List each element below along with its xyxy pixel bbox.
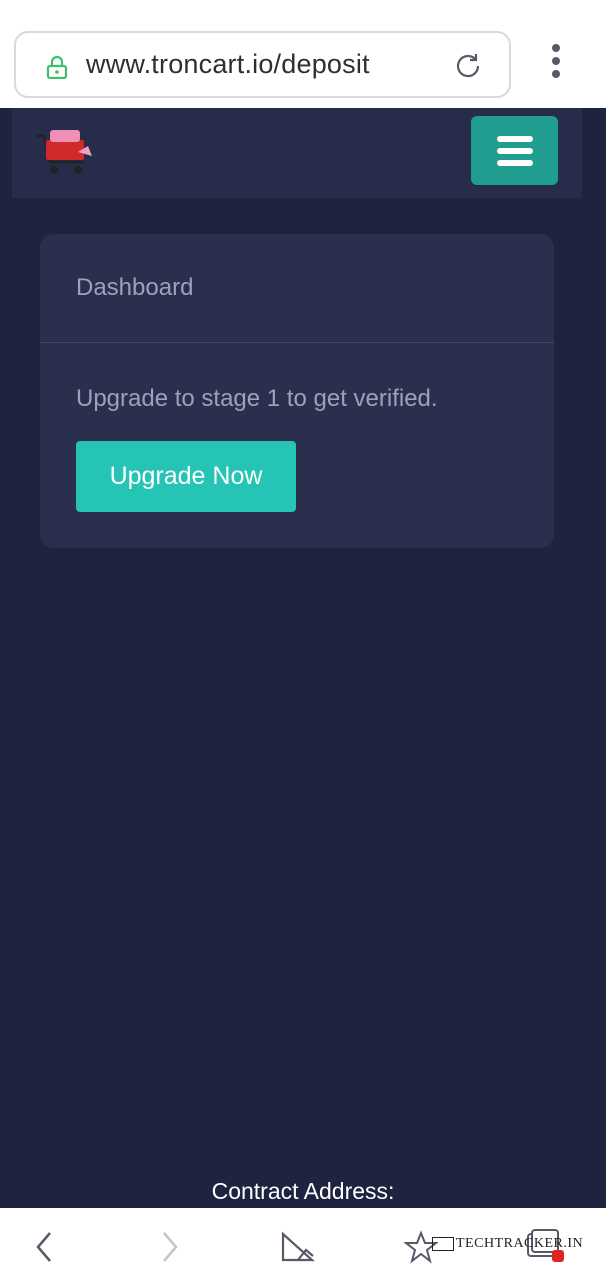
- browser-toolbar: www.troncart.io/deposit: [0, 0, 606, 108]
- kebab-menu-icon[interactable]: [546, 44, 566, 84]
- card-divider: [40, 342, 554, 343]
- shopping-cart-logo[interactable]: [34, 122, 98, 178]
- hamburger-icon: [497, 136, 533, 142]
- contract-address-label: Contract Address:: [211, 1178, 395, 1204]
- forward-icon[interactable]: [160, 1230, 180, 1264]
- site-header: [12, 108, 582, 198]
- url-text: www.troncart.io/deposit: [86, 49, 370, 79]
- back-icon[interactable]: [34, 1230, 54, 1264]
- verification-message: Upgrade to stage 1 to get verified.: [76, 385, 438, 412]
- watermark: TECHTRACKER.IN: [432, 1236, 583, 1252]
- shortcut-icon[interactable]: [280, 1230, 316, 1264]
- dashboard-card: Dashboard Upgrade to stage 1 to get veri…: [40, 234, 554, 548]
- lock-icon: [46, 55, 68, 79]
- watermark-logo-icon: [432, 1236, 454, 1251]
- hamburger-menu-button[interactable]: [471, 116, 558, 185]
- card-title: Dashboard: [76, 274, 194, 301]
- reload-icon[interactable]: [453, 51, 483, 81]
- address-bar[interactable]: www.troncart.io/deposit: [14, 31, 511, 98]
- upgrade-now-button[interactable]: Upgrade Now: [76, 441, 296, 512]
